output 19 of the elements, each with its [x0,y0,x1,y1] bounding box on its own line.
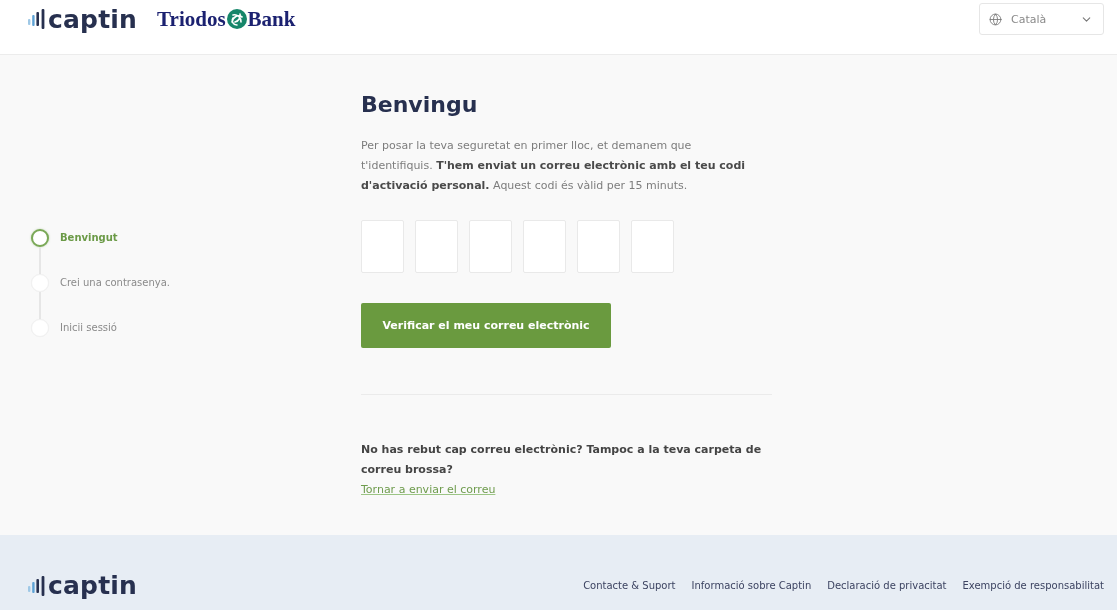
footer-link[interactable]: Contacte & Suport [583,580,676,591]
step-label: Inicii sessió [60,321,117,335]
globe-icon [989,12,1002,26]
intro-paragraph: Per posar la teva seguretat en primer lloc, et demanem que t'identifiquis. T'hem enviat un correu electrònic amb el teu codi d'activació personal. Aquest codi és vàlid per 15 minuts. [361,138,747,194]
footer-link[interactable]: Exempció de responsabilitat [962,580,1104,591]
language-select[interactable]: Català [979,3,1104,35]
footer-logo-text: captin [48,573,138,598]
brand-logo-text: captin [48,6,138,32]
partner-logo-text: Bank [247,8,296,30]
step-label: Crei una contrasenya. [60,276,170,290]
partner-logo-text: Triodos [157,8,226,30]
page-title: Benvingu [361,91,478,119]
bars-logo-icon [28,9,45,29]
swirl-logo-icon [226,9,247,29]
step-label: Benvingut [60,231,118,245]
footer-link[interactable]: Informació sobre Captin [691,580,812,591]
help-text: No has rebut cap correu electrònic? Tampoc a la teva carpeta de correu brossa? [361,442,763,478]
footer-link[interactable]: Declaració de privacitat [827,580,947,591]
bars-logo-icon [28,575,45,596]
